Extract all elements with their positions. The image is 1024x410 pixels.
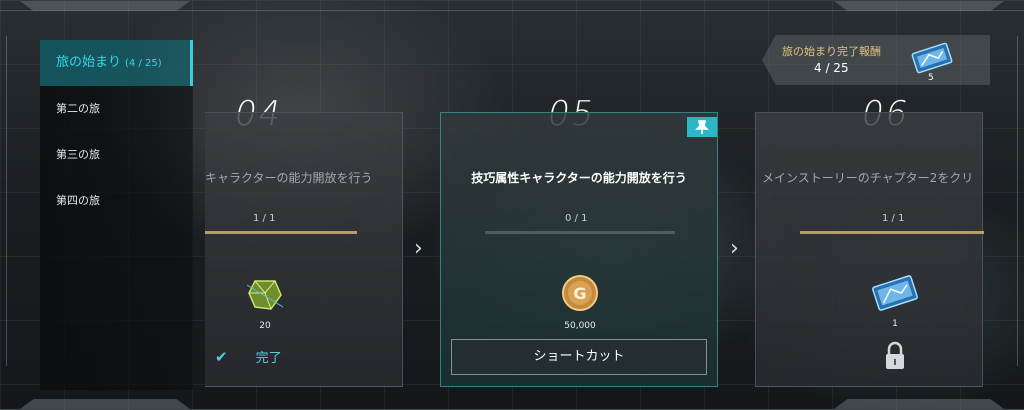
progress-text: 1 / 1 [253,213,276,224]
sidebar-item-journey-1[interactable]: 旅の始まり (4 / 25) [40,40,193,86]
mission-card-04: キャラクターの能力開放を行う 1 / 1 20 ✔ 完了 [205,112,403,387]
sidebar-item-journey-3[interactable]: 第三の旅 [40,132,193,178]
sidebar-item-label: 第三の旅 [56,148,100,161]
progress-bar [485,231,675,234]
sidebar-item-journey-2[interactable]: 第二の旅 [40,86,193,132]
reward-item[interactable]: 1 [865,273,925,329]
pin-icon[interactable] [687,117,717,137]
sidebar-item-count: (4 / 25) [125,58,162,69]
progress-fill [205,231,357,234]
mission-description: キャラクターの能力開放を行う [205,171,373,185]
completed-label: 完了 [255,351,282,366]
svg-text:G: G [573,284,586,303]
gem-crystal-icon [241,280,289,319]
gold-coin-icon: G [558,275,602,319]
mission-card-05: 技巧属性キャラクターの能力開放を行う 0 / 1 G 50,000 ショートカッ… [440,112,718,387]
progress-fill [800,231,984,234]
progress-text: 0 / 1 [565,213,588,224]
frame-top [0,1,1024,34]
chevron-right-icon: › [414,236,423,261]
frame-left [6,36,14,366]
mission-description: 技巧属性キャラクターの能力開放を行う [471,171,687,185]
milestone-progress: 4 / 25 [814,61,849,75]
sidebar-item-label: 第四の旅 [56,194,100,207]
progress-bar [205,231,357,234]
sidebar-item-label: 旅の始まり [56,55,122,70]
shortcut-button[interactable]: ショートカット [451,339,707,375]
lock-icon [884,341,906,375]
mission-card-06: メインストーリーのチャプター2をクリ 1 / 1 1 [755,112,984,387]
progress-text: 1 / 1 [882,213,905,224]
reward-item[interactable]: 20 [235,273,295,331]
check-icon: ✔ [215,348,228,366]
frame-right [1010,36,1018,366]
sidebar-item-label: 第二の旅 [56,102,100,115]
reward-qty: 50,000 [564,321,596,331]
reward-item[interactable]: G 50,000 [550,273,610,331]
sidebar-item-journey-4[interactable]: 第四の旅 [40,178,193,224]
ticket-card-icon [870,275,920,317]
chevron-right-icon: › [730,236,739,261]
reward-qty: 20 [259,321,271,331]
milestone-reward-qty: 5 [928,73,934,83]
reward-qty: 1 [892,319,898,329]
milestone-title: 旅の始まり完了報酬 [782,45,881,58]
completed-status: ✔ 完了 [215,347,282,366]
mission-description: メインストーリーのチャプター2をクリ [762,171,974,185]
progress-bar [800,231,984,234]
milestone-reward-panel[interactable]: 旅の始まり完了報酬 4 / 25 5 [762,35,990,85]
journey-sidebar: 旅の始まり (4 / 25) 第二の旅 第三の旅 第四の旅 [40,40,193,390]
